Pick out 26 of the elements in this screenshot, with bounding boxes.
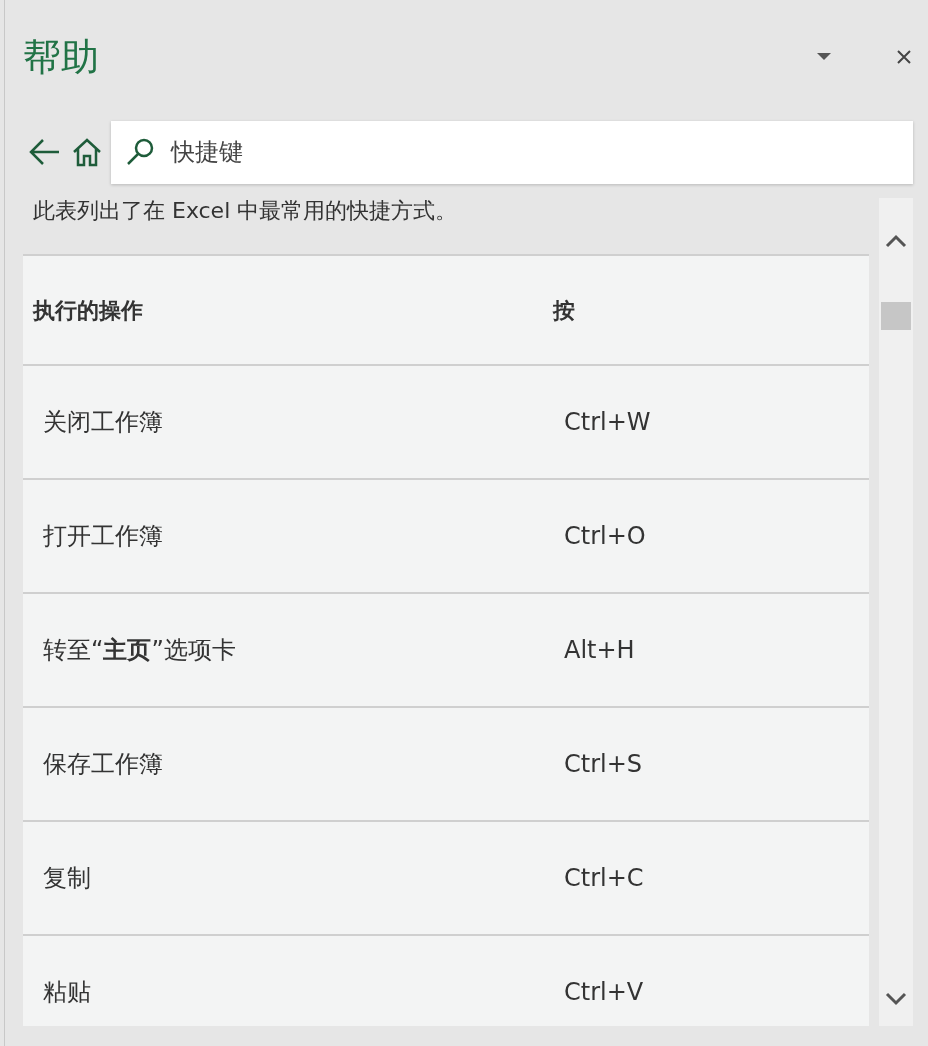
shortcut-cell-text: Ctrl+S: [564, 749, 643, 780]
action-cell-text: 保存工作簿: [43, 749, 164, 780]
intro-text: 此表列出了在 Excel 中最常用的快捷方式。: [33, 198, 459, 225]
home-icon[interactable]: [71, 136, 103, 168]
action-cell-text: 打开工作簿: [43, 521, 164, 552]
action-cell-text: 复制: [43, 863, 92, 894]
dropdown-icon[interactable]: [817, 53, 831, 61]
search-icon: [125, 137, 155, 167]
action-cell-text: 转至“主页”选项卡: [43, 635, 237, 666]
scroll-down-icon[interactable]: [885, 992, 907, 1006]
action-cell-text: 关闭工作簿: [43, 407, 164, 438]
pane-title: 帮助: [23, 33, 99, 81]
action-cell-text: 粘贴: [43, 977, 92, 1008]
back-arrow-icon[interactable]: [29, 138, 61, 166]
shortcut-cell-text: Ctrl+O: [564, 521, 646, 552]
search-field[interactable]: 快捷键: [111, 120, 913, 184]
shortcut-cell-text: Ctrl+W: [564, 407, 651, 438]
scrollbar[interactable]: [879, 198, 913, 1026]
column-header: 执行的操作: [33, 296, 144, 325]
shortcut-cell-text: Alt+H: [564, 635, 635, 666]
scroll-thumb[interactable]: [881, 302, 911, 330]
scroll-up-icon[interactable]: [885, 234, 907, 248]
close-icon[interactable]: [897, 50, 911, 64]
shortcut-cell-text: Ctrl+V: [564, 977, 644, 1008]
column-header: 按: [553, 296, 575, 325]
shortcut-cell-text: Ctrl+C: [564, 863, 644, 894]
